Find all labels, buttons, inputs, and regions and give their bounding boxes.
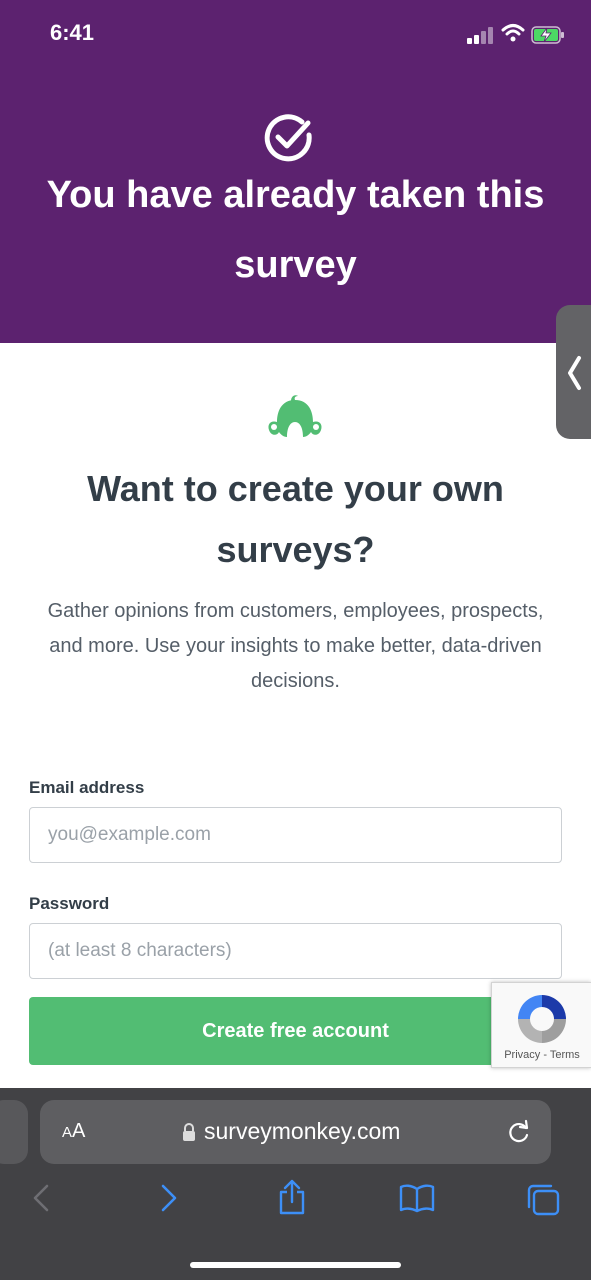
browser-toolbar: AA surveymonkey.com: [0, 1088, 591, 1280]
recaptcha-badge[interactable]: Privacy - Terms: [491, 982, 591, 1068]
battery-charging-icon: [531, 26, 564, 44]
reader-options-button[interactable]: AA: [62, 1120, 85, 1143]
bookmarks-icon[interactable]: [399, 1183, 435, 1213]
recaptcha-logo-icon: [518, 995, 566, 1043]
check-circle-icon: [264, 114, 312, 162]
cellular-signal-icon: [467, 26, 495, 44]
side-panel-tab[interactable]: [556, 305, 591, 439]
tabs-icon[interactable]: [525, 1183, 561, 1217]
email-field[interactable]: [29, 807, 562, 863]
lock-icon: [183, 1123, 195, 1141]
chevron-left-icon: [568, 356, 581, 390]
status-icons: [467, 22, 567, 48]
address-bar[interactable]: AA surveymonkey.com: [40, 1100, 551, 1164]
reload-icon[interactable]: [507, 1119, 531, 1145]
home-indicator: [190, 1262, 401, 1268]
create-account-button[interactable]: Create free account: [29, 997, 562, 1065]
recaptcha-links[interactable]: Privacy - Terms: [492, 1049, 591, 1061]
password-label: Password: [29, 894, 110, 913]
status-time: 6:41: [50, 20, 95, 45]
previous-tab-preview[interactable]: [0, 1100, 28, 1164]
forward-icon[interactable]: [158, 1183, 180, 1213]
email-label: Email address: [29, 778, 145, 797]
banner-title: You have already taken this survey: [46, 174, 545, 286]
promo-headline: Want to create your own surveys?: [87, 468, 504, 570]
surveymonkey-logo-icon: [268, 395, 322, 437]
url-text[interactable]: surveymonkey.com: [204, 1118, 400, 1145]
promo-description: Gather opinions from customers, employee…: [47, 600, 544, 692]
password-field[interactable]: [29, 923, 562, 979]
back-icon[interactable]: [30, 1183, 52, 1213]
wifi-icon: [501, 24, 525, 42]
share-icon[interactable]: [277, 1178, 307, 1216]
